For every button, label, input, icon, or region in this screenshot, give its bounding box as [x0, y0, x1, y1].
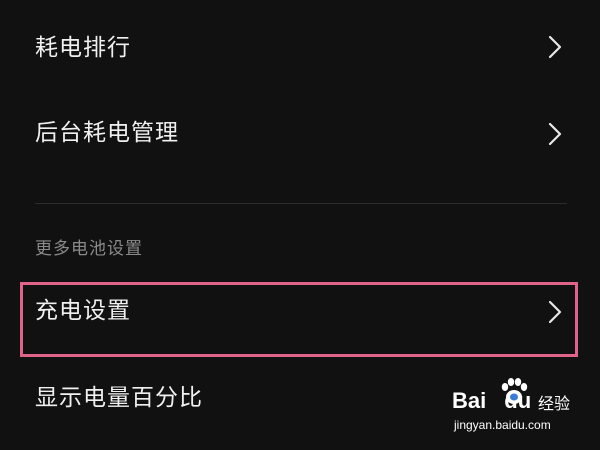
settings-item-power-ranking[interactable]: 耗电排行 — [0, 30, 600, 70]
baidu-paw-icon — [496, 374, 532, 414]
highlight-annotation — [20, 282, 578, 357]
section-divider — [35, 203, 567, 204]
settings-item-label: 后台耗电管理 — [35, 120, 179, 146]
section-header: 更多电池设置 — [35, 239, 143, 259]
settings-item-background-power[interactable]: 后台耗电管理 — [0, 115, 600, 155]
chevron-right-icon — [546, 121, 564, 147]
settings-item-label: 显示电量百分比 — [35, 385, 203, 411]
watermark-product: 经验 — [538, 394, 571, 413]
baidu-jingyan-watermark: Baidu 经验 jingyan.baidu.com — [452, 372, 572, 436]
chevron-right-icon — [546, 34, 564, 60]
settings-item-label: 耗电排行 — [35, 35, 131, 61]
watermark-url: jingyan.baidu.com — [454, 418, 551, 432]
